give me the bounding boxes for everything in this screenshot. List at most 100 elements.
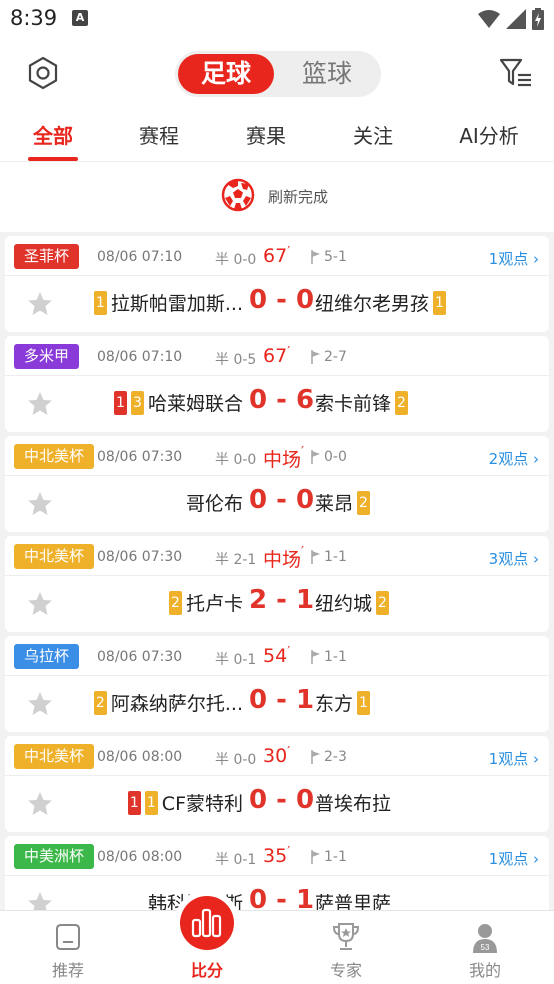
corner-count: 1-1 [311, 549, 347, 565]
match-card-body: 1 拉斯帕雷加斯... 0 - 0 纽维尔老男孩 1 [5, 277, 549, 332]
match-card[interactable]: 中美洲杯08/06 08:00 半 0-1 35′ 1-1 1观点 › 韩科斯…斯0 - … [5, 836, 549, 910]
wifi-icon [478, 10, 500, 28]
bar-chart-icon [191, 908, 222, 938]
tab-follow[interactable]: 关注 [323, 120, 423, 149]
match-score: 0 - 0 [249, 285, 315, 315]
match-card-header: 中北美杯 08/06 07:30 半 2-1 中场′ 1-1 3观点 › [5, 536, 549, 576]
user-avatar-icon: 53 [473, 924, 497, 953]
filter-icon[interactable] [498, 56, 534, 90]
match-score: 0 - 1 [249, 685, 315, 715]
home-team: 2 阿森纳萨尔托... [93, 689, 243, 716]
match-time: 08/06 08:00 [97, 749, 183, 765]
favorite-star-icon[interactable] [27, 591, 53, 617]
corner-count: 2-3 [311, 749, 347, 765]
refresh-status-text: 刷新完成 [268, 188, 329, 206]
settings-hexagon-icon[interactable] [26, 56, 60, 90]
corner-flag-icon [311, 350, 320, 364]
trophy-icon [332, 923, 360, 950]
views-link-label: 1观点 [488, 850, 529, 868]
away-team-name: 普埃布拉 [315, 793, 392, 815]
battery-icon [532, 8, 544, 30]
away-team: 纽维尔老男孩 1 [315, 289, 447, 316]
favorite-star-icon[interactable] [27, 291, 53, 317]
match-card[interactable]: 多米甲 08/06 07:10 半 0-5 67′ 2-7 1 3 哈莱姆联合 0 - 6 索卡前… [5, 336, 549, 432]
league-badge: 圣菲杯 [14, 244, 80, 269]
views-link-label: 3观点 [488, 550, 529, 568]
away-team: 东方 1 [315, 689, 371, 716]
home-card-badge: 2 [168, 590, 182, 615]
nav-expert[interactable]: 专家 [296, 911, 396, 984]
sport-basketball-tab[interactable]: 篮球 [279, 54, 375, 94]
tab-ai-analysis[interactable]: AI分析 [439, 120, 539, 149]
favorite-star-icon[interactable] [27, 791, 53, 817]
away-team-name: 索卡前锋 [315, 393, 392, 415]
half-time-score: 半 0-0 [215, 752, 257, 768]
nav-score-label: 比分 [190, 961, 223, 980]
corner-count: 5-1 [311, 249, 347, 265]
views-link[interactable]: 1观点 › [489, 748, 539, 769]
match-score: 0 - 0 [249, 785, 315, 815]
nav-recommend-label: 推荐 [51, 961, 84, 980]
match-minute: 67′ [263, 245, 291, 267]
match-card-header: 多米甲 08/06 07:10 半 0-5 67′ 2-7 [5, 336, 549, 376]
match-minute-value: 中场 [263, 449, 302, 471]
away-team: 纽约城 2 [315, 589, 390, 616]
match-card[interactable]: 中北美杯 08/06 07:30 半 2-1 中场′ 1-1 3观点 › 2 托卢卡 2 - 1… [5, 536, 549, 632]
corner-count-value: 1-1 [324, 849, 347, 865]
match-minute-value: 54 [263, 645, 288, 667]
match-minute-value: 67 [263, 345, 288, 367]
match-minute-value: 30 [263, 745, 288, 767]
views-link[interactable]: 2观点 › [489, 448, 539, 469]
views-link[interactable]: 3观点 › [489, 548, 539, 569]
favorite-star-icon[interactable] [27, 391, 53, 417]
home-team: 1 拉斯帕雷加斯... [93, 289, 243, 316]
match-card[interactable]: 圣菲杯 08/06 07:10 半 0-0 67′ 5-1 1观点 › 1 拉斯帕雷加斯...… [5, 236, 549, 332]
status-bar: 8:39 A [0, 0, 554, 38]
nav-recommend[interactable]: 推荐 [18, 911, 118, 984]
match-card-body: 2 托卢卡 2 - 1 纽约城 2 [5, 577, 549, 632]
match-score: 0 - 1 [249, 885, 315, 910]
corner-count: 0-0 [311, 449, 347, 465]
sport-switch: 足球 篮球 [175, 51, 381, 97]
views-link[interactable]: 1观点 › [489, 848, 539, 869]
views-link[interactable]: 1观点 › [489, 248, 539, 269]
away-card-badge: 2 [395, 390, 409, 415]
match-score: 0 - 0 [249, 485, 315, 515]
favorite-star-icon[interactable] [27, 691, 53, 717]
nav-expert-label: 专家 [329, 961, 362, 980]
home-team: 2 托卢卡 [168, 589, 243, 616]
match-time: 08/06 07:30 [97, 649, 183, 665]
corner-count-value: 2-7 [324, 349, 347, 365]
category-tabs: 全部 赛程 赛果 关注 AI分析 [0, 110, 554, 162]
league-badge: 中北美杯 [14, 444, 95, 469]
tab-all[interactable]: 全部 [3, 120, 103, 149]
away-card-badge: 1 [433, 290, 447, 315]
match-minute: 54′ [263, 645, 291, 667]
match-list[interactable]: 圣菲杯 08/06 07:10 半 0-0 67′ 5-1 1观点 › 1 拉斯帕雷加斯...… [0, 236, 554, 910]
home-card-badge: 3 [130, 390, 144, 415]
corner-flag-icon [311, 450, 320, 464]
match-minute-value: 中场 [263, 549, 302, 571]
tab-schedule[interactable]: 赛程 [109, 120, 209, 149]
match-minute-value: 67 [263, 245, 288, 267]
favorite-star-icon[interactable] [27, 491, 53, 517]
score-nav-bubble[interactable] [180, 896, 234, 950]
match-time: 08/06 07:30 [97, 549, 183, 565]
tab-active-underline [28, 157, 78, 161]
home-team-name: 阿森纳萨尔托... [110, 693, 243, 715]
match-card[interactable]: 乌拉杯 08/06 07:30 半 0-1 54′ 1-1 2 阿森纳萨尔托... 0 - 1… [5, 636, 549, 732]
home-card-badge: 1 [113, 390, 127, 415]
sport-football-tab[interactable]: 足球 [178, 54, 274, 94]
nav-mine[interactable]: 53 我的 [435, 911, 535, 984]
match-card[interactable]: 中北美杯 08/06 08:00 半 0-0 30′ 2-3 1观点 › 1 1 CF蒙特利 0 … [5, 736, 549, 832]
soccer-ball-icon [221, 178, 255, 212]
match-card[interactable]: 中北美杯 08/06 07:30 半 0-0 中场′ 0-0 2观点 › 哥伦布 0 - 0莱… [5, 436, 549, 532]
refresh-bar: 刷新完成 [0, 162, 554, 232]
favorite-star-icon[interactable] [27, 891, 53, 910]
corner-flag-icon [311, 250, 320, 264]
corner-flag-icon [311, 550, 320, 564]
home-team-name: 哥伦布 [185, 493, 243, 515]
league-badge: 乌拉杯 [14, 644, 80, 669]
tab-results[interactable]: 赛果 [216, 120, 316, 149]
match-minute-value: 35 [263, 845, 288, 867]
